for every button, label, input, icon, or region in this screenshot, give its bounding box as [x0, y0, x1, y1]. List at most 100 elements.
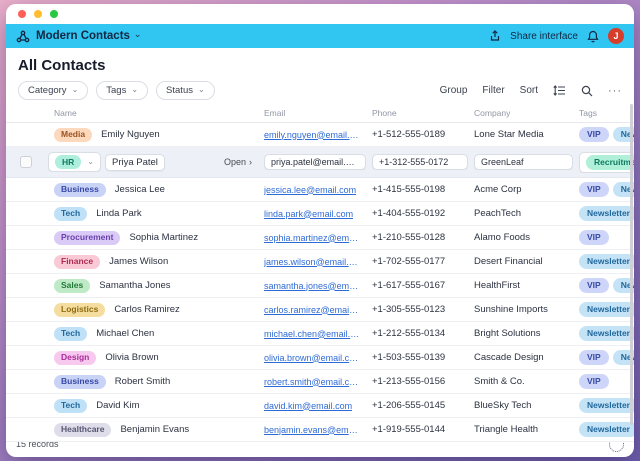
email-link[interactable]: carlos.ramirez@email.com: [264, 305, 360, 315]
category-badge[interactable]: Healthcare: [54, 423, 111, 437]
email-link[interactable]: sophia.martinez@email.com: [264, 233, 360, 243]
toolbar-action-sort[interactable]: Sort: [520, 85, 538, 96]
filter-pill-status[interactable]: Status⌄: [156, 81, 215, 100]
table-row[interactable]: TechMichael Chenmichael.chen@email.com+1…: [6, 322, 634, 346]
column-header-email[interactable]: Email: [258, 108, 366, 118]
tag-pill[interactable]: Newsletter: [579, 302, 634, 317]
email-link[interactable]: jessica.lee@email.com: [264, 185, 356, 195]
category-badge[interactable]: Business: [54, 183, 106, 197]
zoom-window-button[interactable]: [50, 10, 58, 18]
email-input[interactable]: priya.patel@email.com: [264, 154, 366, 170]
user-avatar[interactable]: J: [608, 28, 624, 44]
tag-pill[interactable]: VIP: [579, 127, 609, 142]
category-select[interactable]: HR⌄: [48, 152, 101, 172]
category-badge[interactable]: Business: [54, 375, 106, 389]
tag-pill[interactable]: Newsletter: [579, 422, 634, 437]
open-record-button[interactable]: Open›: [224, 157, 252, 167]
tags-input[interactable]: Recruitment: [579, 152, 634, 173]
email-link[interactable]: robert.smith@email.com: [264, 377, 360, 387]
tag-pill[interactable]: VIP: [579, 182, 609, 197]
share-interface-button[interactable]: Share interface: [510, 31, 578, 42]
table-row[interactable]: DesignOlivia Brownolivia.brown@email.com…: [6, 346, 634, 370]
toolbar-action-group[interactable]: Group: [440, 85, 468, 96]
tag-pill[interactable]: Newsletter: [579, 326, 634, 341]
email-link[interactable]: emily.nguyen@email.com: [264, 130, 360, 140]
name-cell: ProcurementSophia Martinez: [46, 231, 258, 245]
category-badge[interactable]: Design: [54, 351, 96, 365]
tag-pill[interactable]: VIP: [579, 350, 609, 365]
filter-pill-category[interactable]: Category⌄: [18, 81, 88, 100]
row-height-icon[interactable]: [553, 85, 566, 96]
vertical-scrollbar[interactable]: [630, 104, 633, 425]
name-input[interactable]: Priya Patel: [105, 154, 165, 171]
tag-pill[interactable]: Newsletter: [579, 206, 634, 221]
minimize-window-button[interactable]: [34, 10, 42, 18]
email-cell: sophia.martinez@email.com: [258, 233, 366, 243]
table-row[interactable]: LogisticsCarlos Ramirezcarlos.ramirez@em…: [6, 298, 634, 322]
table-row[interactable]: FinanceJames Wilsonjames.wilson@email.co…: [6, 250, 634, 274]
table-row[interactable]: HealthcareBenjamin Evansbenjamin.evans@e…: [6, 418, 634, 442]
column-header-name[interactable]: Name: [46, 108, 258, 118]
filter-pill-tags[interactable]: Tags⌄: [96, 81, 148, 100]
email-link[interactable]: samantha.jones@email.com: [264, 281, 360, 291]
category-badge[interactable]: Tech: [54, 399, 87, 413]
category-badge[interactable]: Finance: [54, 255, 100, 269]
table-row[interactable]: BusinessRobert Smith robert.smith@email.c…: [6, 370, 634, 394]
phone-cell: +1-305-555-0123: [366, 304, 468, 315]
tag-pill[interactable]: VIP: [579, 230, 609, 245]
contact-name: Jessica Lee: [115, 184, 165, 195]
page-title: All Contacts: [18, 57, 622, 75]
column-header-tags[interactable]: Tags: [573, 108, 634, 118]
table-row[interactable]: Business Jessica Lee jessica.lee@email.com…: [6, 178, 634, 202]
share-icon: [489, 30, 501, 42]
search-icon[interactable]: [581, 85, 593, 97]
tag-pill[interactable]: Newsletter: [579, 254, 634, 269]
tags-cell: Newsletter: [573, 326, 634, 341]
company-input[interactable]: GreenLeaf: [474, 154, 573, 170]
more-options-button[interactable]: ···: [608, 85, 622, 97]
chevron-down-icon: ⌄: [131, 85, 138, 94]
column-header-phone[interactable]: Phone: [366, 108, 468, 118]
tag-pill[interactable]: Recruitment: [586, 155, 634, 170]
email-link[interactable]: michael.chen@email.com: [264, 329, 360, 339]
table-row[interactable]: HR⌄Priya Patel Open› priya.patel@email.com…: [6, 147, 634, 178]
category-badge[interactable]: Tech: [54, 207, 87, 221]
email-link[interactable]: james.wilson@email.com: [264, 257, 360, 267]
category-badge[interactable]: HR: [55, 155, 81, 169]
category-badge[interactable]: Sales: [54, 279, 90, 293]
name-cell: HR⌄Priya Patel Open›: [46, 152, 258, 172]
tag-pill[interactable]: Newsletter: [579, 398, 634, 413]
email-link[interactable]: linda.park@email.com: [264, 209, 353, 219]
close-window-button[interactable]: [18, 10, 26, 18]
phone-input[interactable]: +1-312-555-0172: [372, 154, 468, 170]
company-value: PeachTech: [474, 208, 521, 219]
phone-cell: +1-919-555-0144: [366, 424, 468, 435]
tag-pill[interactable]: VIP: [579, 278, 609, 293]
table-row[interactable]: SalesSamantha Jonessamantha.jones@email.…: [6, 274, 634, 298]
category-badge[interactable]: Tech: [54, 327, 87, 341]
tags-cell: VIPNewsletter: [573, 182, 634, 197]
name-cell: Business Jessica Lee: [46, 183, 258, 197]
tag-pill[interactable]: VIP: [579, 374, 609, 389]
contact-name: Linda Park: [96, 208, 141, 219]
email-link[interactable]: olivia.brown@email.com: [264, 353, 360, 363]
category-badge[interactable]: Media: [54, 128, 92, 142]
bell-icon[interactable]: [587, 30, 599, 43]
name-cell: BusinessRobert Smith: [46, 375, 258, 389]
table-row[interactable]: TechDavid Kimdavid.kim@email.com+1-206-5…: [6, 394, 634, 418]
toolbar-action-filter[interactable]: Filter: [482, 85, 504, 96]
table-row[interactable]: ProcurementSophia Martinez sophia.martine…: [6, 226, 634, 250]
filter-pill-label: Status: [166, 85, 193, 96]
column-header-company[interactable]: Company: [468, 108, 573, 118]
app-title[interactable]: Modern Contacts: [36, 30, 130, 42]
table-row[interactable]: MediaEmily Nguyenemily.nguyen@email.com+…: [6, 123, 634, 147]
email-link[interactable]: benjamin.evans@email.com: [264, 425, 360, 435]
table-row[interactable]: TechLinda Parklinda.park@email.com+1-404…: [6, 202, 634, 226]
email-cell: jessica.lee@email.com: [258, 185, 366, 195]
category-badge[interactable]: Procurement: [54, 231, 120, 245]
window-titlebar: [6, 4, 634, 24]
email-link[interactable]: david.kim@email.com: [264, 401, 352, 411]
row-checkbox[interactable]: [20, 156, 32, 168]
chevron-down-icon[interactable]: ⌄: [134, 29, 142, 40]
category-badge[interactable]: Logistics: [54, 303, 105, 317]
